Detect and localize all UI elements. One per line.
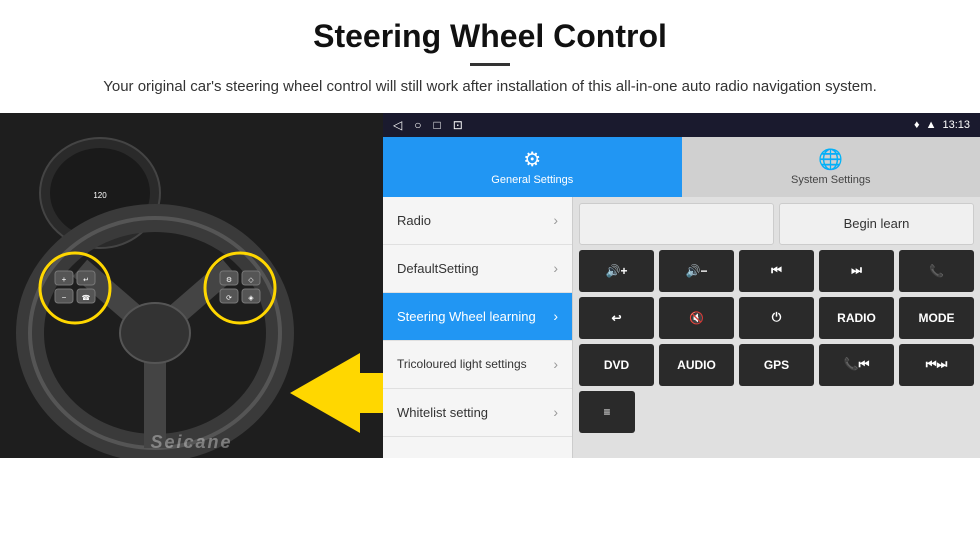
svg-text:−: − <box>62 293 67 302</box>
audio-button[interactable]: AUDIO <box>659 344 734 386</box>
svg-text:⚙: ⚙ <box>226 276 232 284</box>
page-header: Steering Wheel Control Your original car… <box>0 0 980 109</box>
call-button[interactable]: 📞 <box>899 250 974 292</box>
radio-button[interactable]: RADIO <box>819 297 894 339</box>
tab-system[interactable]: 🌐 System Settings <box>682 137 980 197</box>
chevron-right-icon: › <box>553 404 558 420</box>
chevron-right-icon: › <box>553 356 558 372</box>
svg-text:☎: ☎ <box>82 294 91 302</box>
seicane-watermark: Seicane <box>150 432 232 453</box>
tab-bar: ⚙ General Settings 🌐 System Settings <box>383 137 980 197</box>
menu-radio-label: Radio <box>397 213 431 228</box>
empty-slot <box>579 203 774 245</box>
gear-icon: ⚙ <box>523 147 541 172</box>
status-bar: ◁ ○ □ ⊡ ♦ ▲ 13:13 <box>383 113 980 137</box>
dvd-button[interactable]: DVD <box>579 344 654 386</box>
tab-general[interactable]: ⚙ General Settings <box>383 137 682 197</box>
page-subtitle: Your original car's steering wheel contr… <box>60 76 920 99</box>
controls-row-2: 🔊+ 🔊− ⏮ ⏭ 📞 <box>579 250 974 292</box>
tab-system-label: System Settings <box>791 174 870 186</box>
menu-item-default[interactable]: DefaultSetting › <box>383 245 572 293</box>
menu-tricoloured-label: Tricoloured light settings <box>397 357 527 371</box>
vol-down-button[interactable]: 🔊− <box>659 250 734 292</box>
screenshot-icon[interactable]: ⊡ <box>453 118 463 132</box>
svg-text:↵: ↵ <box>83 277 89 284</box>
clock: 13:13 <box>942 119 970 131</box>
system-icon: 🌐 <box>818 147 843 172</box>
menu-item-radio[interactable]: Radio › <box>383 197 572 245</box>
controls-row-1: Begin learn <box>579 203 974 245</box>
prev-track-button[interactable]: ⏮ <box>739 250 814 292</box>
svg-text:⟳: ⟳ <box>226 295 232 302</box>
signal-icon: ▲ <box>926 119 937 131</box>
svg-text:120: 120 <box>93 191 107 200</box>
svg-text:+: + <box>62 275 67 284</box>
title-divider <box>470 63 510 66</box>
chevron-right-icon: › <box>553 308 558 324</box>
settings-area: Radio › DefaultSetting › Steering Wheel … <box>383 197 980 458</box>
menu-default-label: DefaultSetting <box>397 261 479 276</box>
power-button[interactable]: ⏻ <box>739 297 814 339</box>
steering-wheel-panel: 120 + − ↵ ☎ <box>0 113 383 458</box>
controls-row-5: ≡ <box>579 391 974 433</box>
svg-text:◇: ◇ <box>248 277 254 284</box>
menu-item-whitelist[interactable]: Whitelist setting › <box>383 389 572 437</box>
controls-row-3: ↩ 🔇 ⏻ RADIO MODE <box>579 297 974 339</box>
main-content: 120 + − ↵ ☎ <box>0 113 980 458</box>
back-icon[interactable]: ◁ <box>393 118 402 132</box>
page-title: Steering Wheel Control <box>60 18 920 55</box>
chevron-right-icon: › <box>553 260 558 276</box>
controls-area: Begin learn 🔊+ 🔊− ⏮ ⏭ 📞 ↩ 🔇 ⏻ RADIO MODE <box>573 197 980 458</box>
gps-button[interactable]: GPS <box>739 344 814 386</box>
vol-up-button[interactable]: 🔊+ <box>579 250 654 292</box>
gps-icon: ♦ <box>914 119 920 131</box>
prev-next-button[interactable]: ⏮⏭ <box>899 344 974 386</box>
call-end-button[interactable]: ↩ <box>579 297 654 339</box>
menu-whitelist-label: Whitelist setting <box>397 405 488 420</box>
tab-general-label: General Settings <box>491 174 573 186</box>
controls-row-4: DVD AUDIO GPS 📞⏮ ⏮⏭ <box>579 344 974 386</box>
mute-button[interactable]: 🔇 <box>659 297 734 339</box>
svg-text:◈: ◈ <box>248 295 254 302</box>
menu-item-tricoloured[interactable]: Tricoloured light settings › <box>383 341 572 389</box>
status-right-icons: ♦ ▲ 13:13 <box>914 119 970 131</box>
android-panel: ◁ ○ □ ⊡ ♦ ▲ 13:13 ⚙ General Settings 🌐 S… <box>383 113 980 458</box>
status-nav-icons: ◁ ○ □ ⊡ <box>393 118 463 132</box>
chevron-right-icon: › <box>553 212 558 228</box>
call-prev-button[interactable]: 📞⏮ <box>819 344 894 386</box>
next-track-button[interactable]: ⏭ <box>819 250 894 292</box>
recents-icon[interactable]: □ <box>433 118 440 132</box>
menu-steering-label: Steering Wheel learning <box>397 309 536 324</box>
menu-list: Radio › DefaultSetting › Steering Wheel … <box>383 197 573 458</box>
home-icon[interactable]: ○ <box>414 118 421 132</box>
menu-item-steering[interactable]: Steering Wheel learning › <box>383 293 572 341</box>
begin-learn-button[interactable]: Begin learn <box>779 203 974 245</box>
mode-button[interactable]: MODE <box>899 297 974 339</box>
list-button[interactable]: ≡ <box>579 391 635 433</box>
